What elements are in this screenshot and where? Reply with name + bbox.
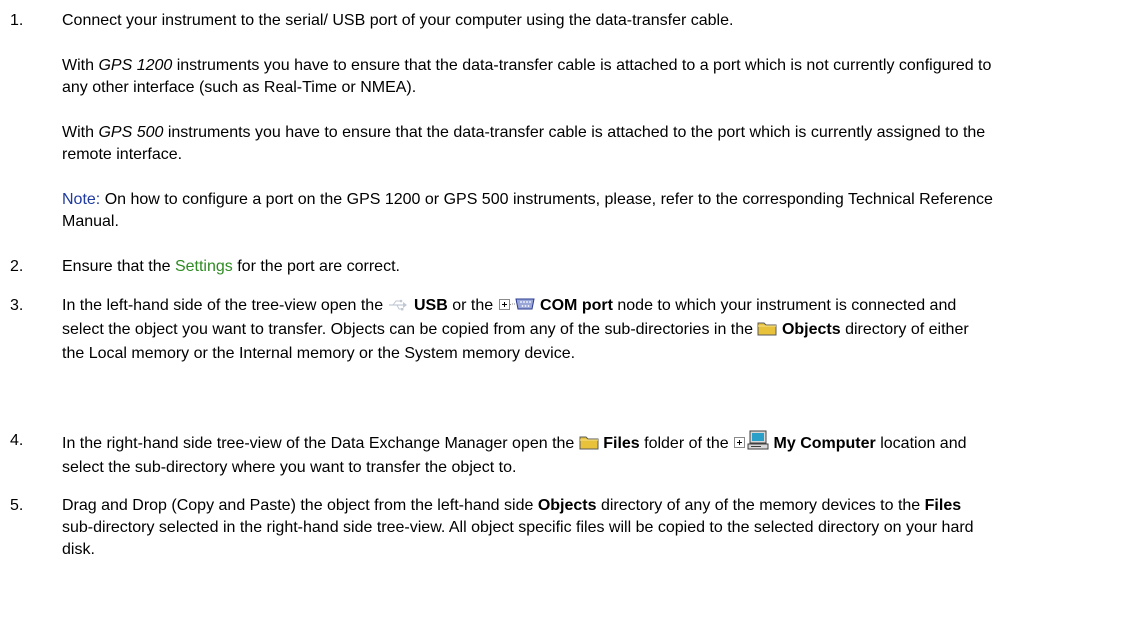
step-number: 3. <box>10 297 24 314</box>
step-text-part: Drag and Drop (Copy and Paste) the objec… <box>62 497 538 514</box>
usb-icon <box>388 297 410 319</box>
tree-expand-icon <box>498 297 512 319</box>
step-text: Ensure that the Settings for the port ar… <box>62 256 994 278</box>
step-number: 1. <box>10 12 24 29</box>
step-text-part: In the right-hand side tree-view of the … <box>62 435 579 452</box>
objects-directory-label: Objects <box>781 321 841 338</box>
step-text-part: directory of any of the memory devices t… <box>596 497 925 514</box>
gps500-paragraph: With GPS 500 instruments you have to ens… <box>62 122 994 166</box>
step-text: In the right-hand side tree-view of the … <box>62 430 994 479</box>
com-port-icon <box>511 296 536 319</box>
files-folder-label: Files <box>603 435 640 452</box>
tree-expand-icon <box>733 435 747 457</box>
instrument-name: GPS 1200 <box>98 57 173 74</box>
note-text: On how to configure a port on the GPS 12… <box>62 191 993 230</box>
folder-icon <box>757 320 777 343</box>
step-text: In the left-hand side of the tree-view o… <box>62 295 994 365</box>
com-port-node-label: COM port <box>540 297 613 314</box>
step-number: 4. <box>10 432 24 449</box>
my-computer-icon <box>747 430 769 457</box>
step-text-part: sub-directory selected in the right-hand… <box>62 519 974 558</box>
step-number: 2. <box>10 258 24 275</box>
objects-directory-label: Objects <box>537 497 597 514</box>
step-text-part: for the port are correct. <box>232 258 400 275</box>
instructions-document: 1. Connect your instrument to the serial… <box>0 0 1144 644</box>
instrument-name: GPS 500 <box>98 124 164 141</box>
folder-icon <box>579 434 599 457</box>
gps1200-paragraph: With GPS 1200 instruments you have to en… <box>62 55 994 99</box>
note-label: Note: <box>62 191 101 208</box>
usb-node-label: USB <box>414 297 448 314</box>
para-text: With <box>62 57 99 74</box>
step-text: Connect your instrument to the serial/ U… <box>62 12 734 29</box>
step-text-part: In the left-hand side of the tree-view o… <box>62 297 388 314</box>
note-paragraph: Note: On how to configure a port on the … <box>62 189 994 233</box>
step-text-part: Ensure that the <box>62 258 175 275</box>
step-text: Drag and Drop (Copy and Paste) the objec… <box>62 495 994 561</box>
step-text-part: folder of the <box>639 435 734 452</box>
para-text: With <box>62 124 99 141</box>
step-text-part: or the <box>447 297 498 314</box>
para-text: instruments you have to ensure that the … <box>62 124 986 163</box>
settings-link[interactable]: Settings <box>175 258 233 275</box>
step-number: 5. <box>10 497 24 514</box>
my-computer-label: My Computer <box>773 435 876 452</box>
para-text: instruments you have to ensure that the … <box>62 57 992 96</box>
files-directory-label: Files <box>924 497 962 514</box>
